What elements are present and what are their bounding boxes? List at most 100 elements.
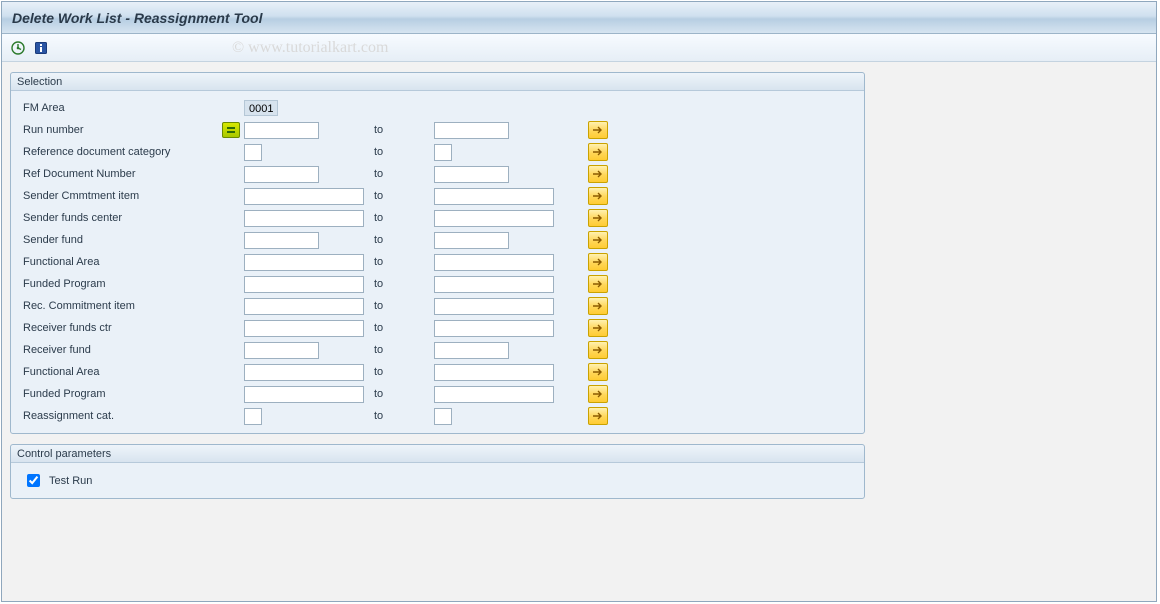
- multi-select-sender-funds-ctr[interactable]: [588, 209, 608, 227]
- arrow-right-icon: [592, 125, 604, 135]
- label-functional-area-2: Functional Area: [19, 366, 244, 378]
- input-rec-cmmt-item-to[interactable]: [434, 298, 554, 315]
- row-ref-doc-num: Ref Document Number to: [19, 163, 856, 185]
- multi-select-funded-program-1[interactable]: [588, 275, 608, 293]
- to-label: to: [374, 278, 434, 290]
- group-selection: Selection FM Area 0001 Run number: [10, 72, 865, 434]
- input-ref-doc-cat-to[interactable]: [434, 144, 452, 161]
- label-rec-cmmt-item: Rec. Commitment item: [19, 300, 244, 312]
- arrow-right-icon: [592, 389, 604, 399]
- input-sender-fund-to[interactable]: [434, 232, 509, 249]
- arrow-right-icon: [592, 147, 604, 157]
- multi-select-ref-doc-num[interactable]: [588, 165, 608, 183]
- input-rec-cmmt-item-from[interactable]: [244, 298, 364, 315]
- input-sender-cmmt-item-to[interactable]: [434, 188, 554, 205]
- input-ref-doc-cat-from[interactable]: [244, 144, 262, 161]
- execute-icon: [11, 41, 25, 55]
- to-label: to: [374, 146, 434, 158]
- input-functional-area-1-from[interactable]: [244, 254, 364, 271]
- row-funded-program-1: Funded Program to: [19, 273, 856, 295]
- multi-select-receiver-funds-ctr[interactable]: [588, 319, 608, 337]
- to-label: to: [374, 322, 434, 334]
- label-fm-area: FM Area: [19, 102, 244, 114]
- label-run-number: Run number: [19, 124, 244, 136]
- value-fm-area: 0001: [244, 100, 278, 116]
- row-run-number: Run number to: [19, 119, 856, 141]
- to-label: to: [374, 410, 434, 422]
- group-control-parameters: Control parameters Test Run: [10, 444, 865, 499]
- to-label: to: [374, 300, 434, 312]
- input-funded-program-2-to[interactable]: [434, 386, 554, 403]
- row-receiver-funds-ctr: Receiver funds ctr to: [19, 317, 856, 339]
- arrow-right-icon: [592, 257, 604, 267]
- row-functional-area-2: Functional Area to: [19, 361, 856, 383]
- info-button[interactable]: [31, 38, 51, 58]
- label-sender-cmmt-item: Sender Cmmtment item: [19, 190, 244, 202]
- app-frame: Delete Work List - Reassignment Tool © w…: [1, 1, 1157, 602]
- input-functional-area-1-to[interactable]: [434, 254, 554, 271]
- input-funded-program-1-from[interactable]: [244, 276, 364, 293]
- input-sender-funds-ctr-from[interactable]: [244, 210, 364, 227]
- multi-select-functional-area-2[interactable]: [588, 363, 608, 381]
- to-label: to: [374, 190, 434, 202]
- input-run-number-to[interactable]: [434, 122, 509, 139]
- input-functional-area-2-from[interactable]: [244, 364, 364, 381]
- label-receiver-funds-ctr: Receiver funds ctr: [19, 322, 244, 334]
- multi-select-functional-area-1[interactable]: [588, 253, 608, 271]
- row-rec-cmmt-item: Rec. Commitment item to: [19, 295, 856, 317]
- input-run-number-from[interactable]: [244, 122, 319, 139]
- input-receiver-funds-ctr-to[interactable]: [434, 320, 554, 337]
- arrow-right-icon: [592, 301, 604, 311]
- row-receiver-fund: Receiver fund to: [19, 339, 856, 361]
- selection-options-icon[interactable]: [222, 122, 240, 138]
- input-reassignment-cat-from[interactable]: [244, 408, 262, 425]
- row-sender-fund: Sender fund to: [19, 229, 856, 251]
- arrow-right-icon: [592, 279, 604, 289]
- multi-select-sender-fund[interactable]: [588, 231, 608, 249]
- input-receiver-fund-from[interactable]: [244, 342, 319, 359]
- page-title: Delete Work List - Reassignment Tool: [12, 10, 263, 26]
- group-selection-body: FM Area 0001 Run number: [11, 91, 864, 433]
- watermark-text: © www.tutorialkart.com: [232, 34, 388, 62]
- arrow-right-icon: [592, 191, 604, 201]
- row-ref-doc-cat: Reference document category to: [19, 141, 856, 163]
- input-functional-area-2-to[interactable]: [434, 364, 554, 381]
- group-selection-header: Selection: [11, 73, 864, 91]
- input-receiver-funds-ctr-from[interactable]: [244, 320, 364, 337]
- input-receiver-fund-to[interactable]: [434, 342, 509, 359]
- input-funded-program-2-from[interactable]: [244, 386, 364, 403]
- input-sender-cmmt-item-from[interactable]: [244, 188, 364, 205]
- label-sender-fund: Sender fund: [19, 234, 244, 246]
- to-label: to: [374, 234, 434, 246]
- multi-select-run-number[interactable]: [588, 121, 608, 139]
- execute-button[interactable]: [8, 38, 28, 58]
- arrow-right-icon: [592, 323, 604, 333]
- group-control-body: Test Run: [11, 463, 864, 498]
- arrow-right-icon: [592, 367, 604, 377]
- to-label: to: [374, 344, 434, 356]
- row-reassignment-cat: Reassignment cat. to: [19, 405, 856, 427]
- label-sender-funds-ctr: Sender funds center: [19, 212, 244, 224]
- checkbox-test-run[interactable]: [27, 474, 40, 487]
- input-ref-doc-num-to[interactable]: [434, 166, 509, 183]
- arrow-right-icon: [592, 411, 604, 421]
- multi-select-receiver-fund[interactable]: [588, 341, 608, 359]
- multi-select-sender-cmmt-item[interactable]: [588, 187, 608, 205]
- multi-select-reassignment-cat[interactable]: [588, 407, 608, 425]
- input-ref-doc-num-from[interactable]: [244, 166, 319, 183]
- row-functional-area-1: Functional Area to: [19, 251, 856, 273]
- label-functional-area-1: Functional Area: [19, 256, 244, 268]
- input-funded-program-1-to[interactable]: [434, 276, 554, 293]
- input-sender-fund-from[interactable]: [244, 232, 319, 249]
- label-test-run: Test Run: [49, 475, 92, 487]
- title-bar: Delete Work List - Reassignment Tool: [2, 2, 1156, 34]
- multi-select-ref-doc-cat[interactable]: [588, 143, 608, 161]
- label-ref-doc-cat: Reference document category: [19, 146, 244, 158]
- input-sender-funds-ctr-to[interactable]: [434, 210, 554, 227]
- multi-select-rec-cmmt-item[interactable]: [588, 297, 608, 315]
- multi-select-funded-program-2[interactable]: [588, 385, 608, 403]
- input-reassignment-cat-to[interactable]: [434, 408, 452, 425]
- row-sender-cmmt-item: Sender Cmmtment item to: [19, 185, 856, 207]
- label-funded-program-1: Funded Program: [19, 278, 244, 290]
- to-label: to: [374, 366, 434, 378]
